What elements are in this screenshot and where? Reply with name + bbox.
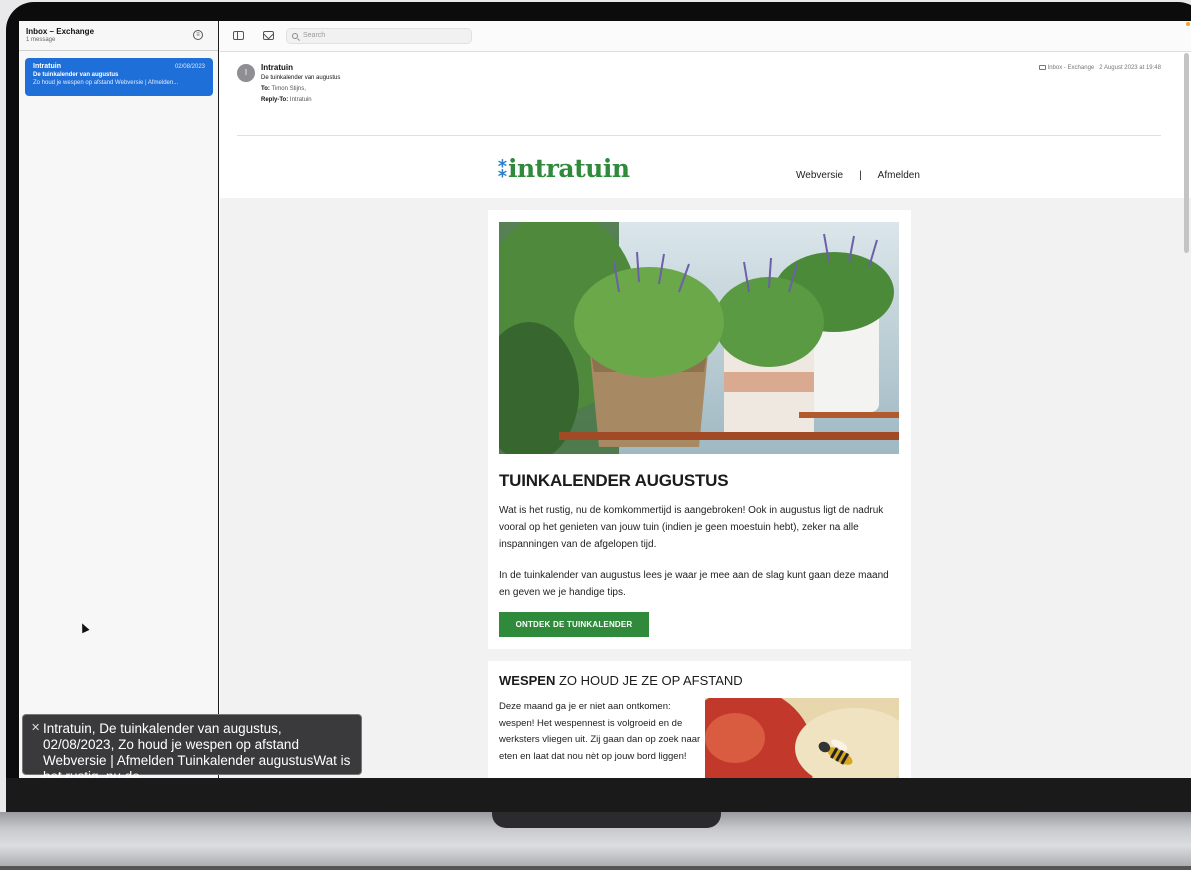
mail-app-window: Inbox – Exchange 1 message ≡ Intratuin 0… [19,21,1191,778]
lavender-pots-image[interactable] [499,222,899,454]
section-title: TUINKALENDER AUGUSTUS [499,471,729,490]
discover-calendar-button[interactable]: ONTDEK DE TUINKALENDER [499,612,649,637]
mail-datetime: 2 August 2023 at 19:48 [1099,65,1161,71]
webversion-link[interactable]: Webversie [796,170,843,181]
notification-text: Intratuin, De tuinkalender van augustus,… [43,721,351,778]
logo-text: intratuin [508,154,630,183]
search-placeholder: Search [303,32,326,39]
section-paragraph-2: In de tuinkalender van augustus lees je … [499,570,889,598]
search-icon [292,33,298,39]
email-banner: ⁑intratuin Webversie | Afmelden [220,136,1191,198]
filter-icon[interactable]: ≡ [193,30,203,40]
nav-separator: | [859,170,862,181]
to-label: To: [261,86,270,92]
mailbox-header: Inbox – Exchange 1 message ≡ [19,21,218,51]
message-subject: De tuinkalender van augustus [33,72,119,78]
intratuin-logo[interactable]: ⁑intratuin [497,154,630,183]
message-preview: Zo houd je wespen op afstand Webversie |… [33,80,179,86]
laptop-chin [6,778,1191,814]
notification-dot [1186,22,1190,26]
notification-toast[interactable]: ✕ Intratuin, De tuinkalender van augustu… [22,714,362,778]
message-list-item[interactable]: Intratuin 02/08/2023 De tuinkalender van… [25,58,213,96]
mail-subject: De tuinkalender van augustus [261,75,341,81]
to-value[interactable]: Timon Stijns, [271,86,305,92]
message-date: 02/08/2023 [174,64,205,70]
to-line: To: Timon Stijns, [261,86,306,92]
toolbar: Search [220,21,1191,52]
logo-mark-icon: ⁑ [497,157,509,183]
search-input[interactable]: Search [286,28,472,44]
close-icon[interactable]: ✕ [31,720,40,736]
wasp-on-fruit-image[interactable] [705,698,899,778]
mailbox-name: Inbox - Exchange [1047,65,1095,71]
mail-body: ⁑intratuin Webversie | Afmelden TUINKALE… [220,136,1191,778]
email-nav: Webversie | Afmelden [788,170,928,181]
wespen-card: WESPEN ZO HOUD JE ZE OP AFSTAND Deze maa… [488,661,911,778]
wasps-title-bold: WESPEN [499,673,556,688]
wasps-title-rest: ZO HOUD JE ZE OP AFSTAND [558,673,743,688]
laptop-frame: Inbox – Exchange 1 message ≡ Intratuin 0… [0,0,1191,870]
compose-envelope-icon[interactable] [263,31,274,40]
laptop-base-edge [0,866,1191,870]
laptop-hinge-notch [492,812,721,828]
reply-to-line: Reply-To: Intratuin [261,97,312,103]
message-list-pane: Inbox – Exchange 1 message ≡ Intratuin 0… [19,21,219,778]
mail-header: I Intratuin De tuinkalender van augustus… [220,53,1191,136]
toggle-sidebar-icon[interactable] [233,31,244,40]
tuinkalender-card: TUINKALENDER AUGUSTUS Wat is het rustig,… [488,210,911,649]
reply-to-value[interactable]: Intratuin [290,97,312,103]
mouse-pointer-icon [78,621,90,634]
mailbox-title: Inbox – Exchange [26,27,95,36]
folder-icon [1038,65,1046,70]
unsubscribe-link[interactable]: Afmelden [878,170,920,181]
avatar: I [237,64,255,82]
scrollbar[interactable] [1184,53,1189,253]
wasps-paragraph: Deze maand ga je er niet aan ontkomen: w… [499,701,701,762]
wasps-title: WESPEN ZO HOUD JE ZE OP AFSTAND [499,673,743,688]
sender-name[interactable]: Intratuin [261,63,293,72]
section-paragraph-1: Wat is het rustig, nu de komkommertijd i… [499,505,884,550]
reply-to-label: Reply-To: [261,97,289,103]
message-count: 1 message [26,37,56,43]
mail-meta: Inbox - Exchange 2 August 2023 at 19:48 [1038,65,1161,71]
